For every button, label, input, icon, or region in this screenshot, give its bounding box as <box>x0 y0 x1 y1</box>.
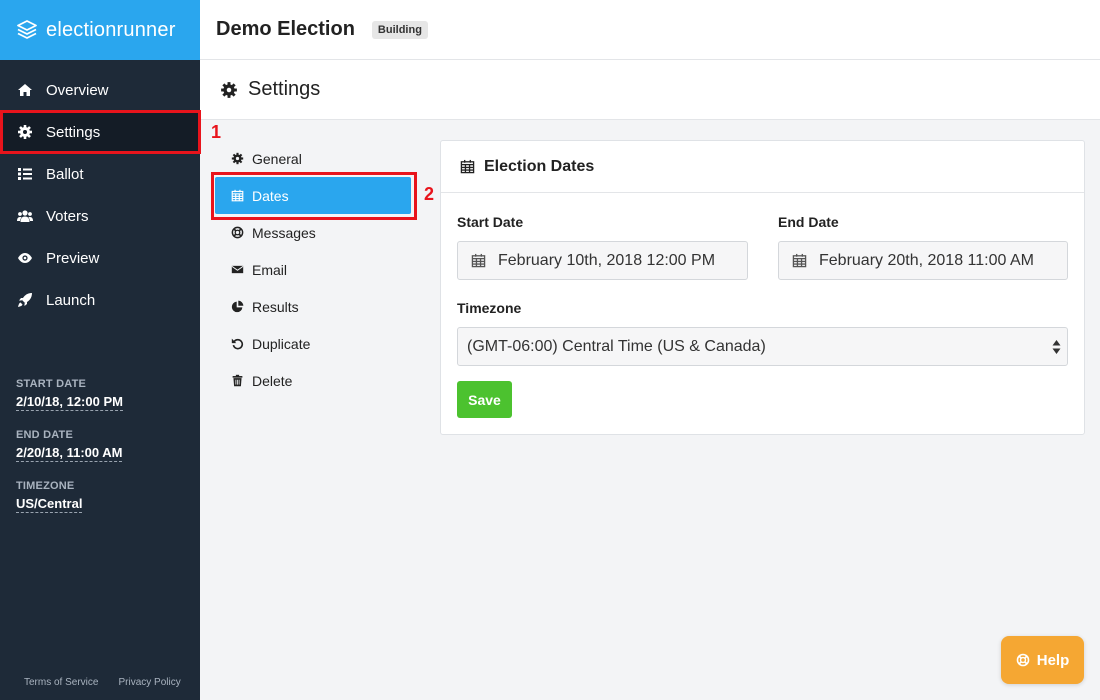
settings-item-delete[interactable]: Delete <box>215 362 411 399</box>
terms-link[interactable]: Terms of Service <box>24 677 98 688</box>
timezone-label: TIMEZONE <box>16 480 75 492</box>
page-header: Settings <box>200 60 1100 120</box>
calendar-icon <box>792 253 807 268</box>
select-arrows-icon <box>1052 340 1061 354</box>
gear-icon <box>231 152 244 165</box>
page-title: Settings <box>248 78 321 100</box>
logo-bar[interactable]: electionrunner <box>0 0 200 60</box>
settings-item-label: Messages <box>252 224 316 241</box>
annotation-label-1: 1 <box>211 122 222 142</box>
envelope-icon <box>231 265 244 274</box>
users-icon <box>17 210 33 222</box>
status-badge: Building <box>371 20 428 39</box>
home-icon <box>18 84 32 96</box>
annotation-box-2 <box>211 172 417 220</box>
sidebar-footer: Terms of Service Privacy Policy <box>24 677 181 688</box>
end-date-label: END DATE <box>16 429 74 441</box>
settings-item-label: Delete <box>252 372 293 389</box>
timezone-value[interactable]: US/Central <box>16 496 83 513</box>
help-label: Help <box>1036 651 1070 669</box>
start-date-input[interactable]: February 10th, 2018 12:00 PM <box>457 241 748 280</box>
start-date-field-label: Start Date <box>457 214 524 230</box>
save-button[interactable]: Save <box>457 381 512 418</box>
annotation-box-1 <box>0 110 201 154</box>
end-date-input-value: February 20th, 2018 11:00 AM <box>819 251 1034 269</box>
rocket-icon <box>18 293 32 307</box>
card-title: Election Dates <box>484 157 595 175</box>
end-date-value[interactable]: 2/20/18, 11:00 AM <box>16 445 123 462</box>
sidebar-item-voters[interactable]: Voters <box>0 195 200 237</box>
lifebuoy-icon <box>231 226 244 239</box>
settings-item-label: General <box>252 150 302 167</box>
eye-icon <box>18 253 32 263</box>
pie-chart-icon <box>231 300 244 313</box>
settings-item-label: Duplicate <box>252 335 311 352</box>
undo-icon <box>231 338 244 350</box>
sidebar-item-label: Voters <box>46 207 89 225</box>
election-dates-card: Election Dates Start Date February 10th,… <box>440 140 1085 435</box>
end-date-input[interactable]: February 20th, 2018 11:00 AM <box>778 241 1068 280</box>
layers-logo-icon <box>17 20 37 39</box>
lifebuoy-icon <box>1016 653 1030 667</box>
card-header: Election Dates <box>441 141 1084 193</box>
sidebar-item-label: Overview <box>46 81 109 99</box>
election-summary: START DATE 2/10/18, 12:00 PM END DATE 2/… <box>16 378 123 531</box>
trash-icon <box>232 374 243 387</box>
header: Demo Election Building <box>200 0 1100 60</box>
sidebar-item-label: Launch <box>46 291 96 309</box>
election-title: Demo Election <box>216 18 355 40</box>
settings-item-label: Results <box>252 298 299 315</box>
settings-item-label: Email <box>252 261 288 278</box>
sidebar-item-launch[interactable]: Launch <box>0 279 200 321</box>
start-date-input-value: February 10th, 2018 12:00 PM <box>498 251 716 269</box>
sidebar: electionrunner Overview Settings Ballot … <box>0 0 200 700</box>
settings-item-email[interactable]: Email <box>215 251 411 288</box>
sidebar-item-label: Preview <box>46 249 100 267</box>
sidebar-item-preview[interactable]: Preview <box>0 237 200 279</box>
timezone-select[interactable]: (GMT-06:00) Central Time (US & Canada) <box>457 327 1068 366</box>
calendar-icon <box>460 159 475 174</box>
sidebar-item-ballot[interactable]: Ballot <box>0 153 200 195</box>
settings-item-results[interactable]: Results <box>215 288 411 325</box>
timezone-field-label: Timezone <box>457 300 522 316</box>
logo-text: electionrunner <box>46 18 176 41</box>
privacy-link[interactable]: Privacy Policy <box>118 677 180 688</box>
list-icon <box>18 168 32 180</box>
start-date-value[interactable]: 2/10/18, 12:00 PM <box>16 394 123 411</box>
annotation-label-2: 2 <box>424 184 435 204</box>
start-date-label: START DATE <box>16 378 87 390</box>
calendar-icon <box>471 253 486 268</box>
help-button[interactable]: Help <box>1001 636 1084 684</box>
sidebar-item-label: Ballot <box>46 165 84 183</box>
timezone-select-value: (GMT-06:00) Central Time (US & Canada) <box>467 337 766 355</box>
gear-icon <box>221 81 237 98</box>
sidebar-item-overview[interactable]: Overview <box>0 69 200 111</box>
settings-item-duplicate[interactable]: Duplicate <box>215 325 411 362</box>
sidebar-nav: Overview Settings Ballot Voters Preview … <box>0 69 200 321</box>
end-date-field-label: End Date <box>778 214 839 230</box>
